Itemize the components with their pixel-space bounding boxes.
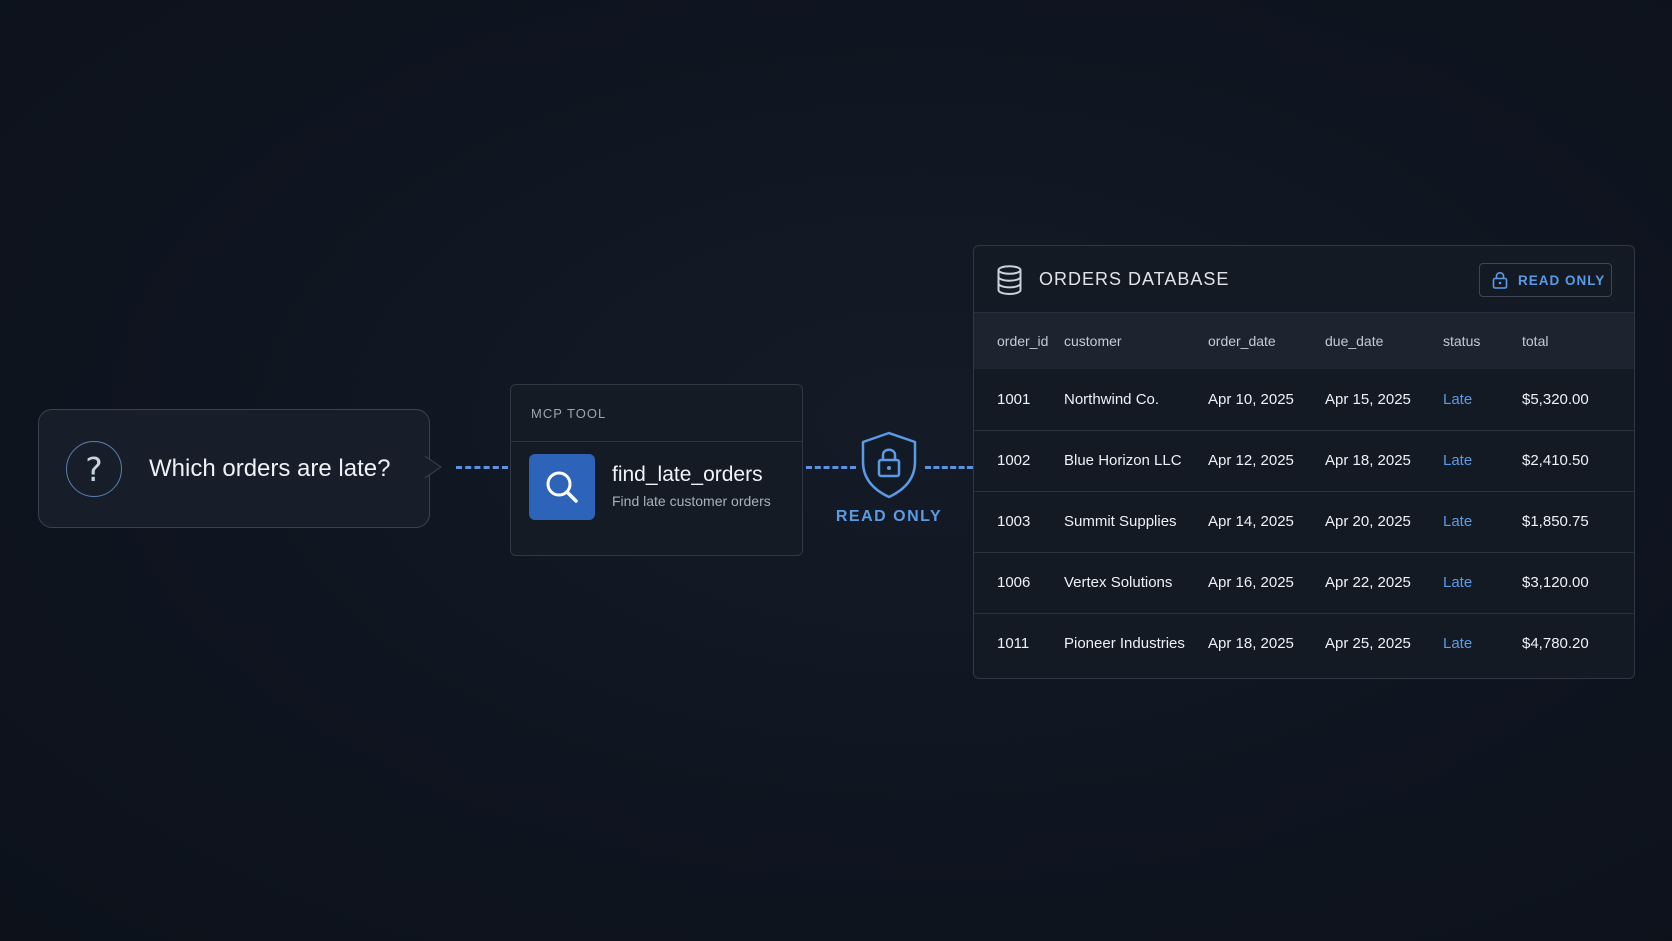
table-row[interactable]: 1011 Pioneer Industries Apr 18, 2025 Apr… <box>974 613 1634 674</box>
order-date-cell: Apr 14, 2025 <box>1208 513 1294 530</box>
database-icon <box>997 265 1022 295</box>
status-cell: Late <box>1443 635 1473 653</box>
lock-icon <box>1492 272 1508 289</box>
due-date-cell: Apr 25, 2025 <box>1325 635 1411 653</box>
order-id-cell: 1001 <box>997 390 1031 408</box>
column-header: due_date <box>1325 333 1384 349</box>
search-icon <box>529 454 595 520</box>
order-id-cell: 1011 <box>997 635 1030 653</box>
connector-tool-to-guard <box>806 466 856 469</box>
order-id-cell: 1002 <box>997 452 1031 469</box>
due-date-cell: Apr 15, 2025 <box>1325 390 1411 408</box>
table-row[interactable]: 1001 Northwind Co. Apr 10, 2025 Apr 15, … <box>974 369 1634 430</box>
due-date-cell: Apr 18, 2025 <box>1325 452 1411 469</box>
total-cell: $1,850.75 <box>1522 513 1589 530</box>
column-header: status <box>1443 333 1481 349</box>
orders-table: order_id customer order_date due_date st… <box>974 313 1634 674</box>
orders-database-panel: ORDERS DATABASE READ ONLY order_id custo… <box>973 245 1635 679</box>
read-only-badge: READ ONLY <box>1479 263 1612 297</box>
status-cell: Late <box>1443 574 1473 591</box>
bubble-tail <box>425 455 442 479</box>
question-bubble: ? Which orders are late? <box>38 409 430 528</box>
connector-guard-to-database <box>925 466 973 469</box>
table-row[interactable]: 1006 Vertex Solutions Apr 16, 2025 Apr 2… <box>974 552 1634 613</box>
due-date-cell: Apr 20, 2025 <box>1325 513 1411 530</box>
table-row[interactable]: 1002 Blue Horizon LLC Apr 12, 2025 Apr 1… <box>974 430 1634 491</box>
read-only-label: READ ONLY <box>835 508 943 525</box>
connector-question-to-tool <box>456 466 508 469</box>
column-header: customer <box>1064 333 1122 349</box>
customer-cell: Northwind Co. <box>1064 390 1160 408</box>
order-date-cell: Apr 12, 2025 <box>1208 452 1294 469</box>
total-cell: $2,410.50 <box>1522 452 1589 469</box>
order-date-cell: Apr 10, 2025 <box>1208 390 1294 408</box>
table-row[interactable]: 1003 Summit Supplies Apr 14, 2025 Apr 20… <box>974 491 1634 552</box>
tool-card-header: MCP TOOL <box>511 385 802 442</box>
question-mark-icon: ? <box>66 441 122 497</box>
total-cell: $5,320.00 <box>1522 390 1589 408</box>
customer-cell: Vertex Solutions <box>1064 574 1173 591</box>
column-header: order_id <box>997 333 1049 349</box>
customer-cell: Pioneer Industries <box>1064 635 1185 653</box>
order-id-cell: 1006 <box>997 574 1031 591</box>
customer-cell: Summit Supplies <box>1064 513 1177 530</box>
tool-name: find_late_orders <box>612 463 763 486</box>
column-header: total <box>1522 333 1549 349</box>
status-cell: Late <box>1443 452 1473 469</box>
column-header: order_date <box>1208 333 1276 349</box>
database-title: ORDERS DATABASE <box>1039 269 1230 289</box>
order-date-cell: Apr 18, 2025 <box>1208 635 1294 653</box>
tool-description: Find late customer orders <box>612 493 771 509</box>
status-cell: Late <box>1443 390 1473 408</box>
mcp-tool-card: MCP TOOL find_late_orders Find late cust… <box>510 384 803 556</box>
total-cell: $3,120.00 <box>1522 574 1589 591</box>
question-text: Which orders are late? <box>149 454 391 482</box>
order-date-cell: Apr 16, 2025 <box>1208 574 1294 591</box>
read-only-badge-text: READ ONLY <box>1518 272 1606 288</box>
total-cell: $4,780.20 <box>1522 635 1589 653</box>
status-cell: Late <box>1443 513 1473 530</box>
table-header-row: order_id customer order_date due_date st… <box>974 313 1634 369</box>
database-header: ORDERS DATABASE READ ONLY <box>974 246 1634 313</box>
due-date-cell: Apr 22, 2025 <box>1325 574 1411 591</box>
shield-lock-icon <box>861 431 917 499</box>
customer-cell: Blue Horizon LLC <box>1064 452 1182 469</box>
order-id-cell: 1003 <box>997 513 1031 530</box>
